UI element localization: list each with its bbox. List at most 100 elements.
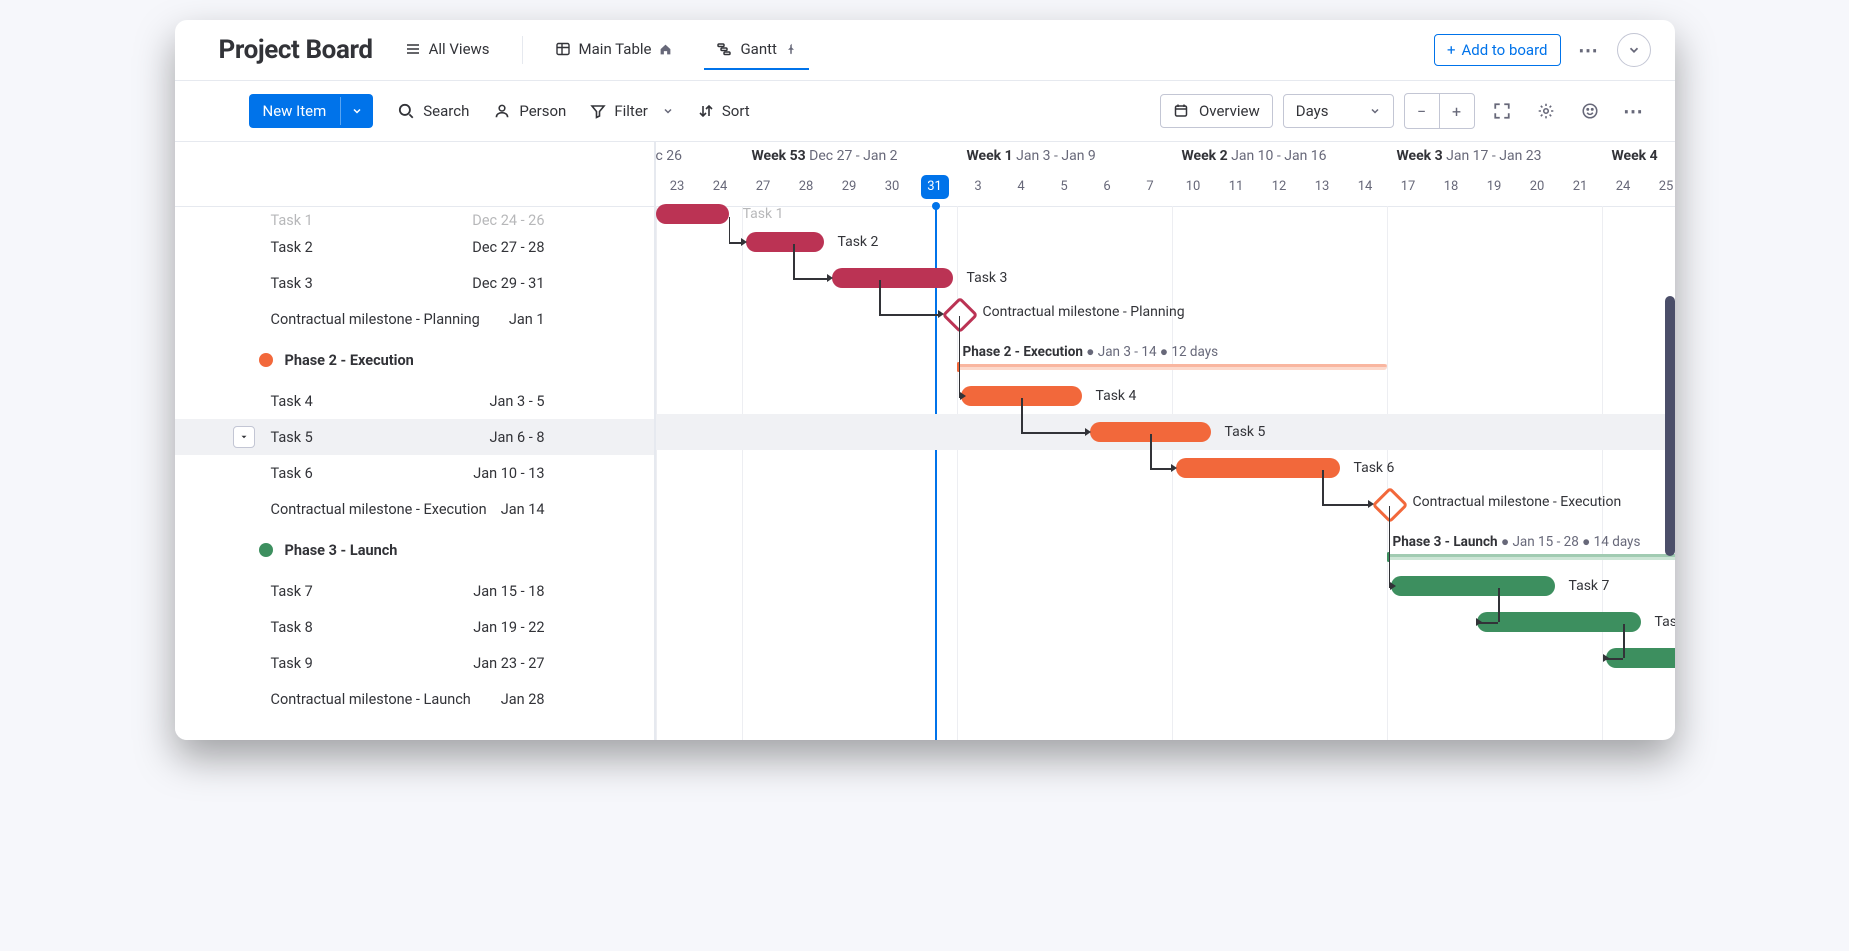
- task-row[interactable]: Task 8Jan 19 - 22: [175, 609, 655, 645]
- new-item-dropdown[interactable]: [340, 97, 373, 125]
- header-bar: Project Board All Views Main Table Gantt…: [175, 20, 1675, 81]
- day-label[interactable]: 25: [1645, 174, 1675, 200]
- chevron-down-icon: [662, 105, 674, 117]
- timeline-panel[interactable]: c 26Week 53 Dec 27 - Jan 2Week 1 Jan 3 -…: [655, 142, 1675, 740]
- day-label[interactable]: 27: [742, 174, 785, 200]
- day-label[interactable]: 29: [828, 174, 871, 200]
- phase-label: Phase 2 - Execution ● Jan 3 - 14 ● 12 da…: [963, 344, 1219, 360]
- day-label[interactable]: 13: [1301, 174, 1344, 200]
- task-name: Task 2: [271, 239, 313, 256]
- task-dates: Dec 27 - 28: [472, 239, 654, 256]
- day-label[interactable]: 11: [1215, 174, 1258, 200]
- timeline-row: Phase 2 - Execution ● Jan 3 - 14 ● 12 da…: [656, 332, 1675, 378]
- tab-main-table[interactable]: Main Table: [543, 30, 685, 70]
- dots-icon: ⋯: [1578, 38, 1599, 62]
- task-row[interactable]: Task 3Dec 29 - 31: [175, 265, 655, 301]
- more-button[interactable]: ⋯: [1617, 94, 1651, 128]
- task-name: Task 5: [271, 429, 313, 446]
- phase-bar[interactable]: [957, 364, 1387, 370]
- day-label[interactable]: 20: [1516, 174, 1559, 200]
- person-filter-button[interactable]: Person: [493, 102, 566, 120]
- milestone-diamond[interactable]: [941, 297, 978, 334]
- more-menu-button[interactable]: ⋯: [1573, 34, 1605, 66]
- tab-gantt[interactable]: Gantt: [704, 30, 808, 70]
- search-button[interactable]: Search: [397, 102, 469, 120]
- expand-button[interactable]: [233, 426, 255, 448]
- milestone-row[interactable]: Contractual milestone - PlanningJan 1: [175, 301, 655, 337]
- timescale-label: Days: [1296, 102, 1329, 120]
- day-label[interactable]: 14: [1344, 174, 1387, 200]
- gantt-bar[interactable]: Task 4: [961, 386, 1082, 406]
- task-row[interactable]: Task 7Jan 15 - 18: [175, 573, 655, 609]
- today-marker[interactable]: 31: [921, 175, 949, 199]
- day-label[interactable]: 18: [1430, 174, 1473, 200]
- person-label: Person: [519, 102, 566, 120]
- list-icon: [405, 41, 421, 57]
- overview-select[interactable]: Overview: [1160, 94, 1273, 128]
- vertical-scrollbar[interactable]: [1665, 206, 1675, 740]
- fullscreen-button[interactable]: [1485, 94, 1519, 128]
- day-label[interactable]: 19: [1473, 174, 1516, 200]
- timeline-row: Task 4: [656, 378, 1675, 414]
- day-label[interactable]: 12: [1258, 174, 1301, 200]
- task-dates: Dec 29 - 31: [472, 275, 654, 292]
- gantt-bar[interactable]: Task 7: [1391, 576, 1555, 596]
- day-label[interactable]: 23: [656, 174, 699, 200]
- day-label[interactable]: 5: [1043, 174, 1086, 200]
- day-label[interactable]: 17: [1387, 174, 1430, 200]
- day-label[interactable]: 6: [1086, 174, 1129, 200]
- timescale-select[interactable]: Days: [1283, 94, 1394, 128]
- day-label[interactable]: 4: [1000, 174, 1043, 200]
- zoom-in-button[interactable]: +: [1439, 94, 1474, 128]
- day-label[interactable]: 24: [699, 174, 742, 200]
- task-row[interactable]: Task 6Jan 10 - 13: [175, 455, 655, 491]
- gantt-bar[interactable]: Task 2: [746, 232, 824, 252]
- bar-label: Task 3: [967, 268, 1008, 288]
- filter-button[interactable]: Filter: [590, 102, 674, 120]
- group-name: Phase 3 - Launch: [285, 542, 398, 559]
- milestone-row[interactable]: Contractual milestone - ExecutionJan 14: [175, 491, 655, 527]
- gantt-bar[interactable]: Task 8: [1477, 612, 1641, 632]
- collapse-button[interactable]: [1617, 33, 1651, 67]
- group-row[interactable]: Phase 3 - Launch: [175, 527, 655, 573]
- task-row[interactable]: Task 2 Dec 27 - 28: [175, 229, 655, 265]
- gantt-bar[interactable]: Task 3: [832, 268, 953, 288]
- milestone-diamond[interactable]: [1371, 487, 1408, 524]
- task-row[interactable]: Task 5Jan 6 - 8: [175, 419, 655, 455]
- day-label[interactable]: 24: [1602, 174, 1645, 200]
- tab-main-label: Main Table: [579, 40, 652, 58]
- settings-button[interactable]: [1529, 94, 1563, 128]
- milestone-row[interactable]: Contractual milestone - LaunchJan 28: [175, 681, 655, 717]
- day-label[interactable]: 3: [957, 174, 1000, 200]
- gantt-bar[interactable]: Task 1: [656, 204, 729, 224]
- timeline-row: Contractual milestone - Execution: [656, 486, 1675, 522]
- gantt-bar[interactable]: Task 5: [1090, 422, 1211, 442]
- day-label[interactable]: 21: [1559, 174, 1602, 200]
- day-label[interactable]: 30: [871, 174, 914, 200]
- phase-bar[interactable]: [1387, 554, 1675, 560]
- bar-label: Task 1: [743, 204, 784, 224]
- all-views-button[interactable]: All Views: [393, 30, 502, 70]
- board-title[interactable]: Project Board: [219, 35, 373, 65]
- bar-label: Task 4: [1096, 386, 1137, 406]
- add-to-board-button[interactable]: + Add to board: [1434, 34, 1561, 66]
- task-row[interactable]: Task 4Jan 3 - 5: [175, 383, 655, 419]
- day-label[interactable]: 10: [1172, 174, 1215, 200]
- task-row[interactable]: Task 1Dec 24 - 26: [175, 207, 655, 229]
- search-label: Search: [423, 102, 469, 120]
- group-row[interactable]: Phase 2 - Execution: [175, 337, 655, 383]
- day-label[interactable]: 28: [785, 174, 828, 200]
- pin-icon: [785, 43, 797, 55]
- task-row[interactable]: Task 9Jan 23 - 27: [175, 645, 655, 681]
- overview-label: Overview: [1199, 102, 1260, 120]
- feedback-button[interactable]: [1573, 94, 1607, 128]
- zoom-out-button[interactable]: −: [1405, 94, 1439, 128]
- sort-button[interactable]: Sort: [698, 102, 750, 120]
- new-item-button[interactable]: New Item: [249, 94, 374, 128]
- gantt-bar[interactable]: Task 6: [1176, 458, 1340, 478]
- scrollbar-thumb[interactable]: [1665, 296, 1675, 556]
- day-label[interactable]: 7: [1129, 174, 1172, 200]
- timeline-grid[interactable]: Task 1 Task 2 Task 3 Contractual milestone …: [655, 206, 1675, 740]
- timeline-row: Task 7: [656, 568, 1675, 604]
- chevron-down-icon: [1627, 43, 1641, 57]
